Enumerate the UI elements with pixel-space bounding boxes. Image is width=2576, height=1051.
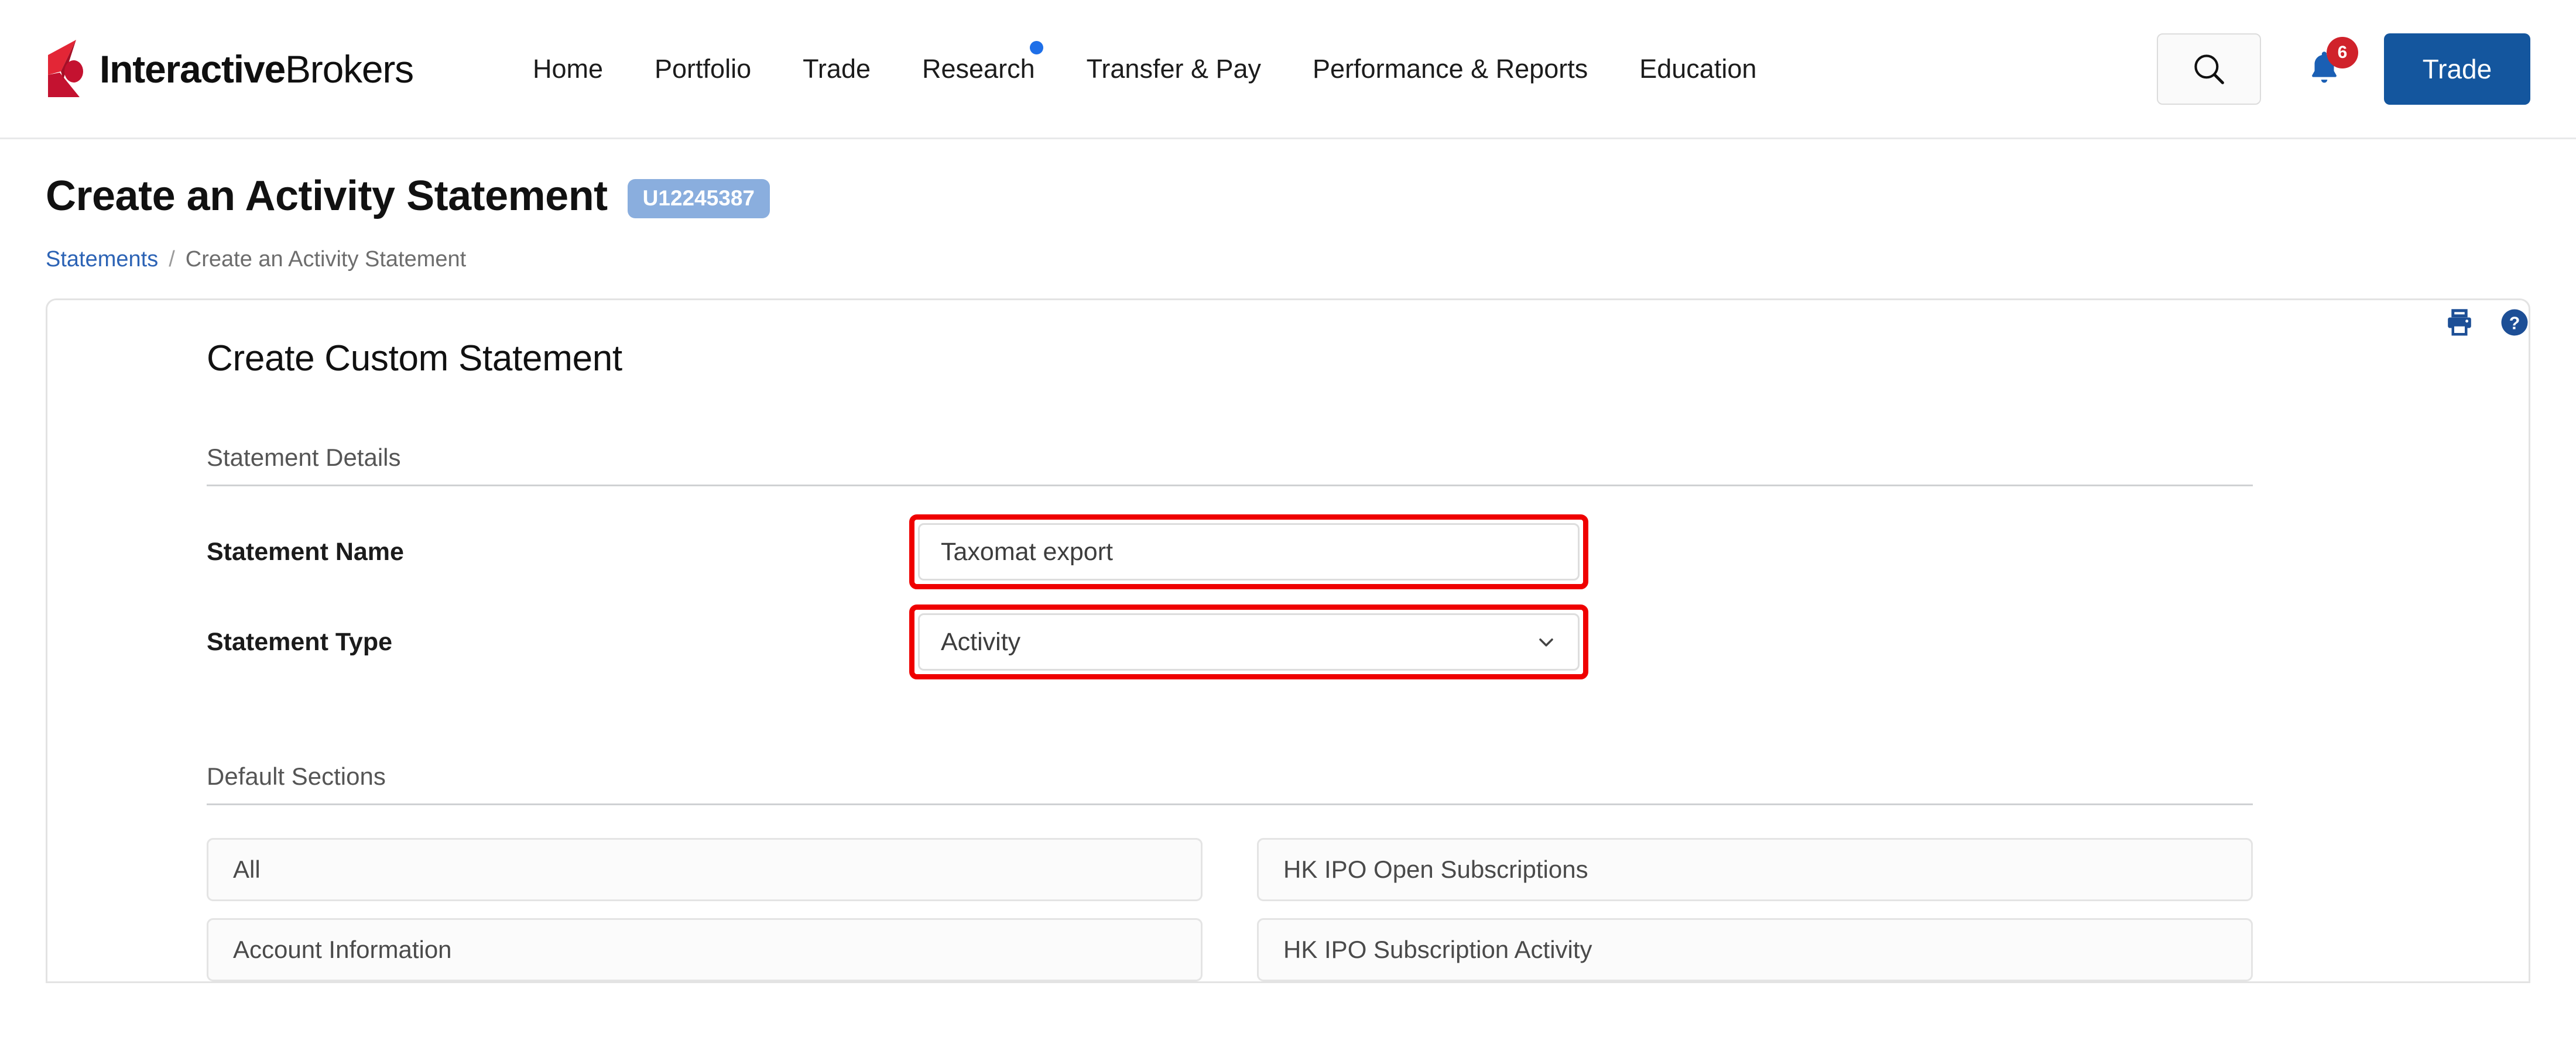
nav-item-home-label: Home (532, 53, 604, 84)
brand-name: InteractiveBrokers (100, 47, 414, 91)
card-title: Create Custom Statement (207, 338, 622, 379)
notification-count-badge: 6 (2327, 36, 2358, 68)
nav-item-trade[interactable]: Trade (777, 54, 896, 84)
nav-item-transfer-pay-label: Transfer & Pay (1086, 53, 1262, 84)
print-icon[interactable] (2444, 307, 2475, 338)
default-sections-grid: All Account Information HK IPO Open Subs… (207, 838, 2253, 981)
statement-type-row: Statement Type Activity (207, 605, 2452, 679)
notification-dot-icon (1029, 40, 1043, 54)
nav-item-education[interactable]: Education (1614, 54, 1782, 84)
search-icon (2194, 54, 2224, 84)
account-id-badge[interactable]: U12245387 (627, 178, 770, 218)
nav-item-research-label: Research (922, 53, 1035, 84)
breadcrumb-link-statements[interactable]: Statements (46, 247, 158, 272)
nav-item-portfolio-label: Portfolio (655, 53, 752, 84)
statement-type-label: Statement Type (207, 627, 392, 656)
statement-name-input[interactable]: Taxomat export (918, 523, 1580, 581)
default-sections-heading: Default Sections (207, 763, 2253, 805)
statement-type-highlight: Activity (909, 605, 1588, 679)
statement-name-row: Statement Name Taxomat export (207, 514, 2452, 589)
section-item-hk-ipo-open-subscriptions[interactable]: HK IPO Open Subscriptions (1257, 838, 2253, 901)
statement-details-heading: Statement Details (207, 444, 2253, 486)
top-navigation-bar: InteractiveBrokers Home Portfolio Trade … (0, 0, 2576, 139)
section-item-account-information[interactable]: Account Information (207, 918, 1203, 981)
nav-item-home[interactable]: Home (507, 54, 629, 84)
nav-actions: 6 Trade (2157, 33, 2530, 105)
section-item-hk-ipo-subscription-activity[interactable]: HK IPO Subscription Activity (1257, 918, 2253, 981)
nav-item-transfer-pay[interactable]: Transfer & Pay (1061, 54, 1287, 84)
section-item-all[interactable]: All (207, 838, 1203, 901)
statement-type-select[interactable]: Activity (918, 613, 1580, 671)
help-circle-icon[interactable]: ? (2499, 307, 2530, 338)
card-content: Create Custom Statement Statement Detail… (47, 338, 2529, 981)
page-header-actions: ? (2444, 307, 2530, 338)
nav-item-trade-label: Trade (803, 53, 871, 84)
chevron-down-icon (1539, 638, 1553, 647)
page-title: Create an Activity Statement (46, 173, 608, 219)
nav-item-performance-reports[interactable]: Performance & Reports (1287, 54, 1614, 84)
brand-logo[interactable]: InteractiveBrokers (46, 39, 414, 99)
breadcrumb-current: Create an Activity Statement (185, 247, 467, 272)
page-title-row: Create an Activity Statement U12245387 (46, 172, 2530, 220)
search-button[interactable] (2157, 33, 2261, 105)
page-header: Create an Activity Statement U12245387 ?… (0, 139, 2576, 336)
nav-links: Home Portfolio Trade Research Transfer &… (507, 40, 2139, 84)
default-sections-left-column: All Account Information (207, 838, 1203, 981)
svg-text:?: ? (2509, 314, 2520, 334)
notifications-button[interactable]: 6 (2289, 33, 2359, 105)
nav-item-performance-reports-label: Performance & Reports (1313, 53, 1588, 84)
nav-item-portfolio[interactable]: Portfolio (629, 54, 777, 84)
nav-item-education-label: Education (1639, 53, 1757, 84)
trade-button[interactable]: Trade (2384, 33, 2530, 105)
create-custom-statement-card: Create Custom Statement Statement Detail… (46, 298, 2530, 983)
ibkr-logo-icon (48, 39, 83, 97)
breadcrumb-separator: / (169, 247, 175, 272)
default-sections-right-column: HK IPO Open Subscriptions HK IPO Subscri… (1257, 838, 2253, 981)
statement-name-label: Statement Name (207, 537, 404, 566)
brand-name-bold: Interactive (100, 47, 286, 91)
breadcrumb: Statements / Create an Activity Statemen… (46, 247, 2530, 272)
statement-type-value: Activity (941, 627, 1021, 656)
statement-name-highlight: Taxomat export (909, 514, 1588, 589)
brand-name-regular: Brokers (285, 47, 414, 91)
nav-item-research[interactable]: Research (896, 40, 1061, 84)
